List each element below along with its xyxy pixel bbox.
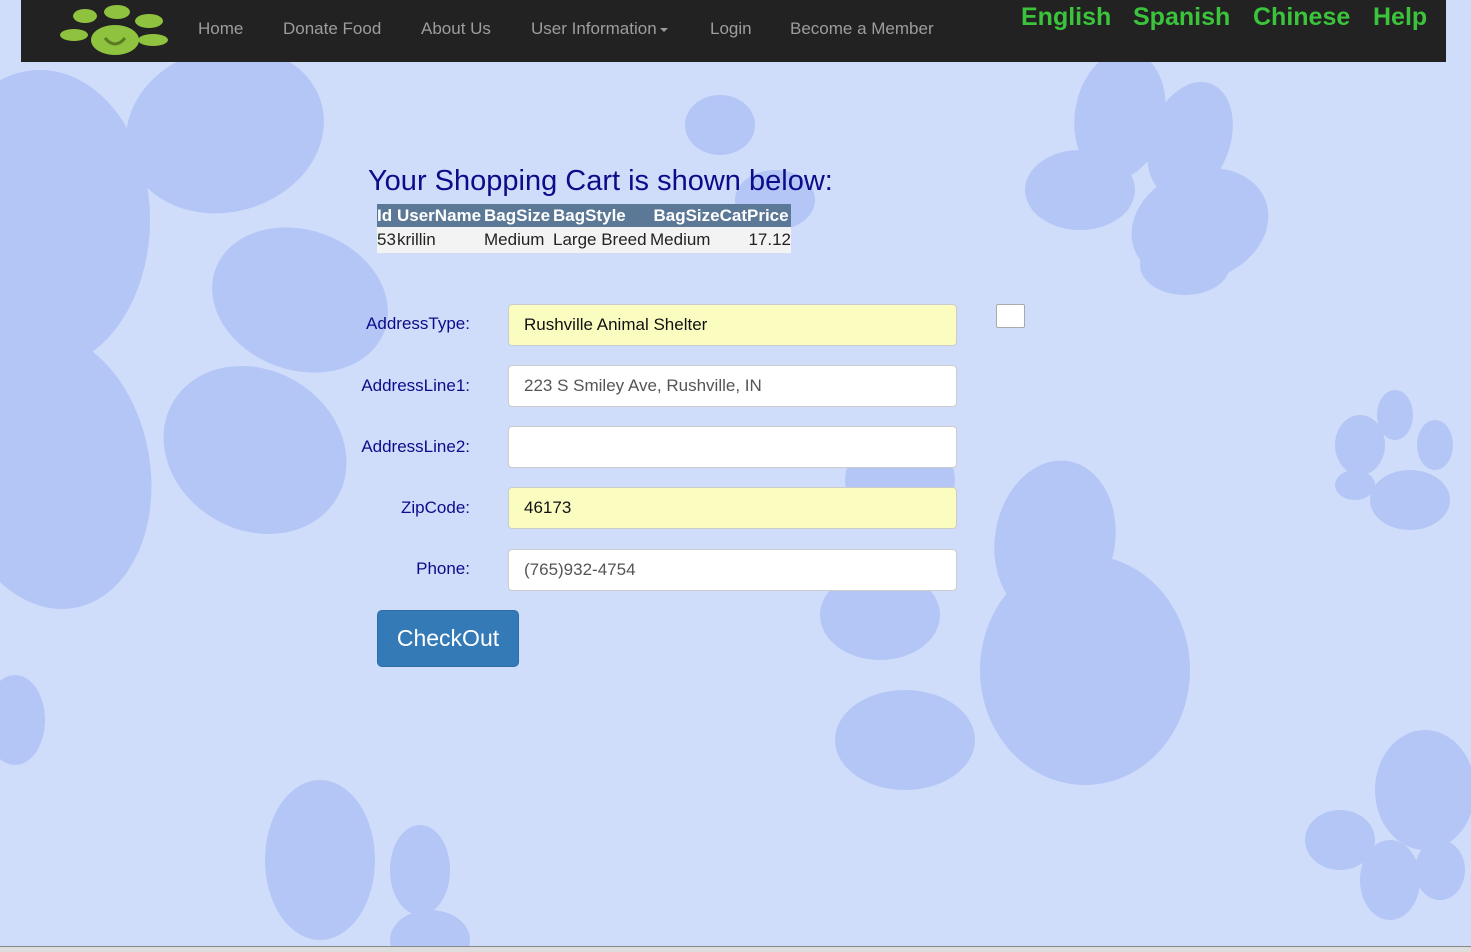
address-type-label: AddressType: (366, 314, 470, 333)
column-header-bagsize: BagSize (484, 204, 553, 227)
address-line1-label: AddressLine1: (361, 376, 470, 395)
nav-about-us-link[interactable]: About Us (421, 19, 491, 39)
address-checkbox[interactable] (996, 304, 1025, 328)
nav-user-information-dropdown[interactable]: User Information (531, 19, 668, 39)
language-english-link[interactable]: English (1021, 3, 1111, 32)
zip-code-label: ZipCode: (401, 498, 470, 517)
cell-price: 17.12 (747, 227, 791, 253)
address-line1-input[interactable] (508, 365, 957, 407)
language-spanish-link[interactable]: Spanish (1133, 3, 1230, 32)
phone-input[interactable] (508, 549, 957, 591)
cell-id: 53 (377, 227, 397, 253)
help-link[interactable]: Help (1373, 3, 1427, 32)
phone-label: Phone: (416, 559, 470, 578)
nav-become-member-link[interactable]: Become a Member (790, 19, 934, 39)
column-header-id: Id (377, 204, 397, 227)
cart-heading: Your Shopping Cart is shown below: (368, 165, 833, 197)
cell-bagsizecat: Medium (650, 227, 747, 253)
cell-bagstyle: Large Breed (553, 227, 650, 253)
caret-down-icon (659, 27, 668, 32)
cart-table-header-row: Id UserName BagSize BagStyle BagSizeCat … (377, 204, 791, 227)
nav-login-link[interactable]: Login (710, 19, 752, 39)
nav-donate-food-link[interactable]: Donate Food (283, 19, 381, 39)
address-line2-label: AddressLine2: (361, 437, 470, 456)
cell-bagsize: Medium (484, 227, 553, 253)
cart-table: Id UserName BagSize BagStyle BagSizeCat … (377, 204, 791, 253)
address-type-input[interactable] (508, 304, 957, 346)
cell-username: krillin (397, 227, 484, 253)
main-content: Your Shopping Cart is shown below: Id Us… (0, 0, 1471, 951)
column-header-bagsizecat: BagSizeCat (650, 204, 747, 227)
checkout-button[interactable]: CheckOut (377, 610, 519, 667)
nav-user-information-label: User Information (531, 19, 657, 38)
window-bottom-edge (0, 946, 1471, 952)
column-header-username: UserName (397, 204, 484, 227)
column-header-price: Price (747, 204, 791, 227)
table-row: 53 krillin Medium Large Breed Medium 17.… (377, 227, 791, 253)
nav-home-link[interactable]: Home (198, 19, 243, 39)
language-chinese-link[interactable]: Chinese (1253, 3, 1350, 32)
column-header-bagstyle: BagStyle (553, 204, 650, 227)
paw-heart-logo-icon[interactable] (55, 2, 173, 60)
address-line2-input[interactable] (508, 426, 957, 468)
zip-code-input[interactable] (508, 487, 957, 529)
top-navbar: Home Donate Food About Us User Informati… (21, 0, 1446, 62)
